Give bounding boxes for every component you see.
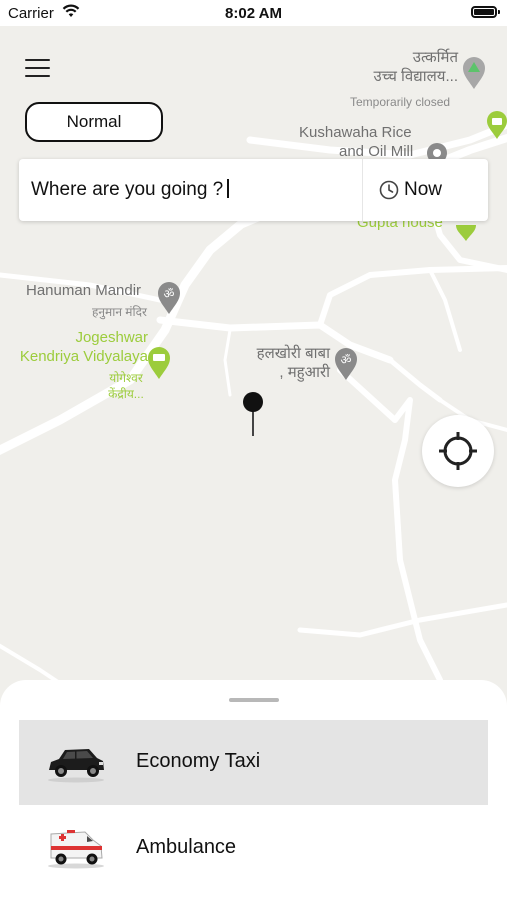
poi-shrine-line-1: हलखोरी बाबा bbox=[256, 345, 330, 362]
clock-icon bbox=[379, 180, 399, 200]
ride-option-ambulance[interactable]: Ambulance bbox=[19, 806, 488, 891]
gupta-pin-icon[interactable] bbox=[454, 222, 478, 242]
poi-school-label: उत्कर्मित उच्च विद्यालय... bbox=[362, 48, 458, 86]
poi-shrine-label: हलखोरी बाबा , महुआरी bbox=[246, 344, 330, 382]
poi-hanuman-label: Hanuman Mandir bbox=[26, 281, 141, 300]
crosshair-icon bbox=[439, 432, 477, 470]
sheet-drag-handle[interactable] bbox=[229, 698, 279, 702]
ride-option-economy-taxi[interactable]: Economy Taxi bbox=[19, 720, 488, 805]
clock: 8:02 AM bbox=[225, 5, 282, 22]
ride-option-label: Economy Taxi bbox=[136, 750, 261, 772]
svg-text:ॐ: ॐ bbox=[164, 287, 175, 301]
car-icon bbox=[48, 749, 104, 783]
ride-option-label: Ambulance bbox=[136, 836, 237, 858]
shop-pin-icon[interactable] bbox=[486, 110, 507, 140]
poi-hanuman-sub: हनुमान मंदिर bbox=[92, 305, 147, 319]
ambulance-icon bbox=[48, 830, 104, 869]
svg-text:ॐ: ॐ bbox=[341, 353, 352, 367]
poi-mill-line-1: Kushawaha Rice bbox=[299, 124, 412, 141]
poi-hanuman-line-1: Hanuman Mandir bbox=[26, 282, 142, 299]
poi-shrine-line-2: , महुआरी bbox=[279, 364, 330, 381]
pickup-pin-icon bbox=[243, 392, 263, 436]
poi-school2-line-2: Kendriya Vidyalaya bbox=[19, 348, 148, 365]
current-location-button[interactable] bbox=[422, 415, 494, 487]
shrine-pin-icon[interactable]: ॐ bbox=[333, 347, 359, 381]
school-pin-icon[interactable] bbox=[460, 56, 488, 90]
schedule-now-label: Now bbox=[404, 179, 443, 200]
battery-icon bbox=[471, 6, 500, 18]
poi-school-line-1: उत्कर्मित bbox=[412, 49, 458, 66]
school2-pin-icon[interactable] bbox=[146, 346, 172, 380]
temple-pin-icon[interactable]: ॐ bbox=[156, 281, 182, 315]
ride-mode-button[interactable]: Normal bbox=[25, 102, 163, 142]
menu-icon[interactable] bbox=[22, 56, 54, 80]
poi-school2-sub: योगेश्वर केंद्रीय... bbox=[108, 371, 144, 401]
destination-input[interactable]: Where are you going ? bbox=[31, 179, 230, 201]
ride-options-sheet: Economy Taxi Ambulance bbox=[0, 680, 507, 900]
poi-school-status: Temporarily closed bbox=[350, 95, 451, 109]
schedule-now-button[interactable]: Now bbox=[363, 159, 488, 221]
poi-school2-label: Jogeshwar Kendriya Vidyalaya bbox=[5, 328, 148, 366]
poi-school2-line-1: Jogeshwar bbox=[75, 329, 148, 346]
poi-school-line-2: उच्च विद्यालय... bbox=[373, 68, 458, 85]
destination-search-bar: Where are you going ? Now bbox=[19, 159, 488, 221]
destination-placeholder: Where are you going ? bbox=[31, 179, 224, 200]
status-bar: Carrier 8:02 AM bbox=[0, 0, 507, 26]
text-cursor bbox=[227, 179, 230, 198]
poi-mill-label: Kushawaha Rice and Oil Mill bbox=[299, 123, 413, 161]
